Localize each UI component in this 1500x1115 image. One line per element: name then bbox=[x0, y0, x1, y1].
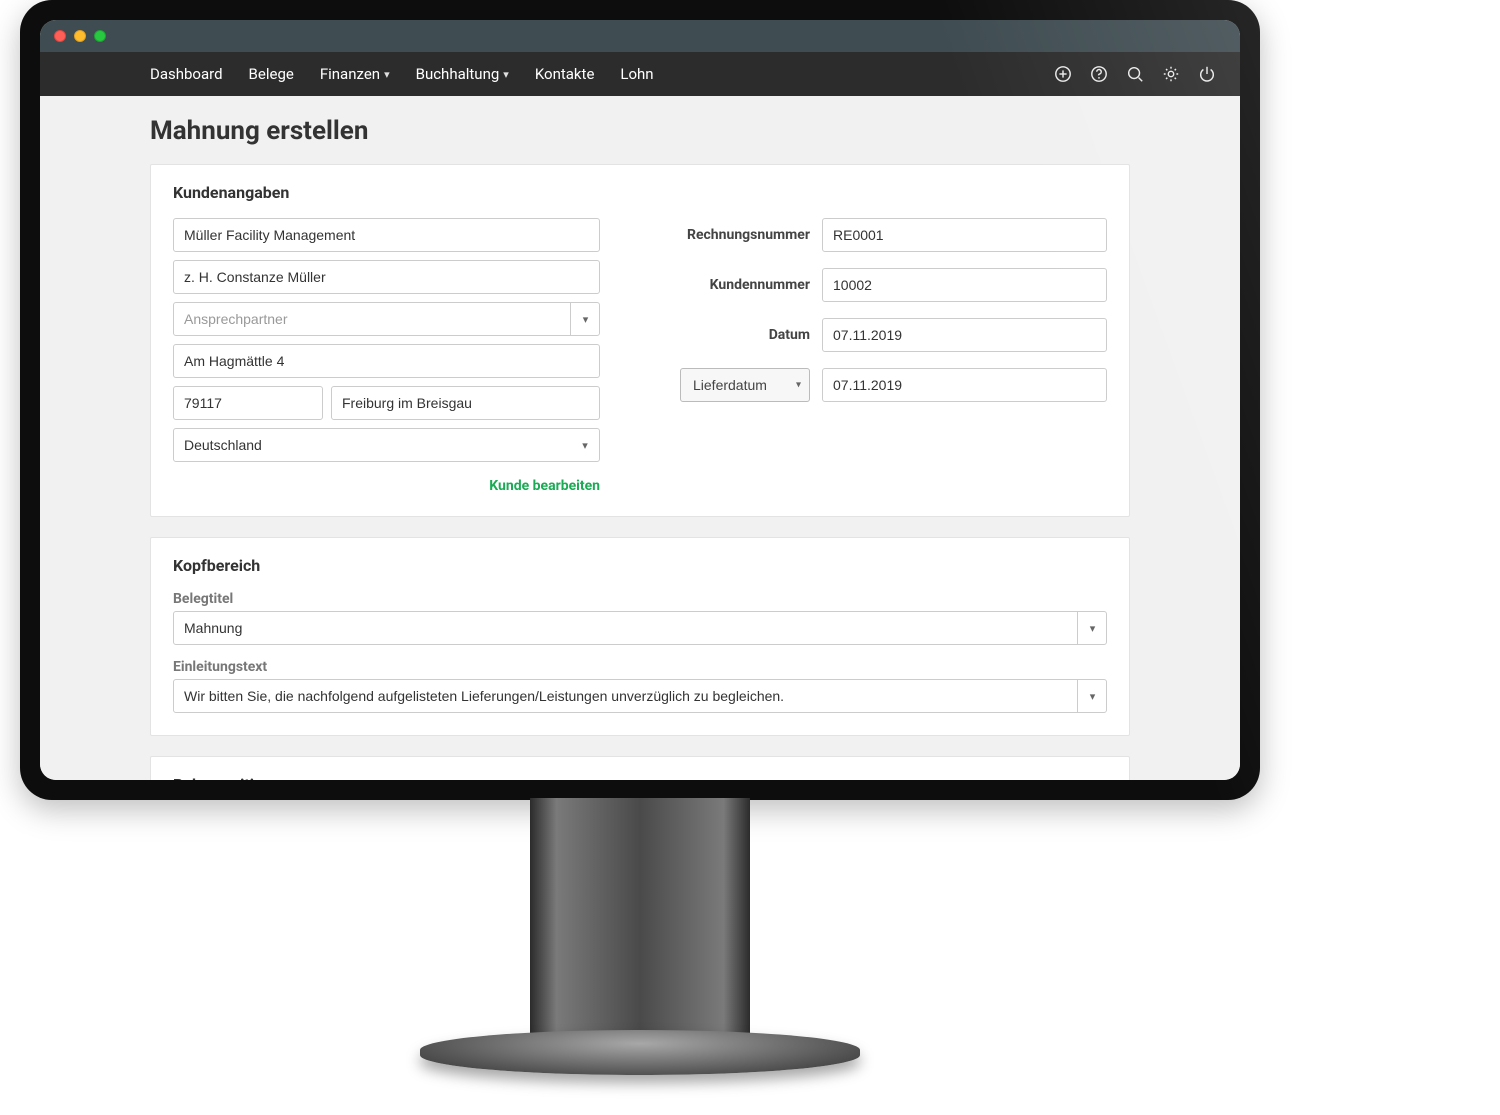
add-icon[interactable] bbox=[1054, 65, 1072, 83]
belegtitel-select[interactable]: ▾ bbox=[173, 611, 1107, 645]
street-input[interactable] bbox=[173, 344, 600, 378]
delivery-date-dropdown[interactable]: Lieferdatum ▾ bbox=[680, 368, 810, 402]
company-input[interactable] bbox=[173, 218, 600, 252]
customer-no-input[interactable] bbox=[822, 268, 1107, 302]
nav-finanzen[interactable]: Finanzen ▾ bbox=[320, 65, 390, 83]
einleitungstext-select[interactable]: ▾ bbox=[173, 679, 1107, 713]
nav-finanzen-label: Finanzen bbox=[320, 65, 380, 83]
card-belegpositionen: Belegpositionen bbox=[150, 756, 1130, 780]
maximize-icon[interactable] bbox=[94, 30, 106, 42]
card-kundenangaben: Kundenangaben ▾ bbox=[150, 164, 1130, 517]
top-nav: Dashboard Belege Finanzen ▾ Buchhaltung … bbox=[40, 52, 1240, 96]
country-select[interactable]: ▾ bbox=[173, 428, 600, 462]
heading-kopfbereich: Kopfbereich bbox=[173, 556, 1107, 575]
zip-input[interactable] bbox=[173, 386, 323, 420]
delivery-date-input[interactable] bbox=[822, 368, 1107, 402]
label-date: Datum bbox=[680, 327, 810, 343]
monitor-frame: Dashboard Belege Finanzen ▾ Buchhaltung … bbox=[20, 0, 1260, 800]
help-icon[interactable] bbox=[1090, 65, 1108, 83]
page-body: Mahnung erstellen Kundenangaben ▾ bbox=[40, 96, 1240, 780]
einleitungstext-input[interactable] bbox=[173, 679, 1107, 713]
belegtitel-input[interactable] bbox=[173, 611, 1107, 645]
chevron-down-icon: ▾ bbox=[796, 380, 801, 391]
attn-input[interactable] bbox=[173, 260, 600, 294]
chevron-down-icon: ▾ bbox=[503, 68, 509, 81]
monitor-stand-neck bbox=[530, 798, 750, 1048]
city-input[interactable] bbox=[331, 386, 600, 420]
chevron-down-icon: ▾ bbox=[384, 68, 390, 81]
gear-icon[interactable] bbox=[1162, 65, 1180, 83]
power-icon[interactable] bbox=[1198, 65, 1216, 83]
monitor-stand-base bbox=[420, 1030, 860, 1075]
country-input[interactable] bbox=[173, 428, 600, 462]
heading-belegpositionen: Belegpositionen bbox=[173, 775, 1107, 780]
nav-belege[interactable]: Belege bbox=[249, 65, 294, 83]
date-input[interactable] bbox=[822, 318, 1107, 352]
customer-right-col: Rechnungsnummer Kundennummer Datum bbox=[680, 218, 1107, 494]
nav-lohn[interactable]: Lohn bbox=[620, 65, 653, 83]
minimize-icon[interactable] bbox=[74, 30, 86, 42]
delivery-date-label: Lieferdatum bbox=[693, 377, 767, 393]
screen: Dashboard Belege Finanzen ▾ Buchhaltung … bbox=[40, 20, 1240, 780]
label-customer-no: Kundennummer bbox=[680, 277, 810, 293]
edit-customer-link[interactable]: Kunde bearbeiten bbox=[173, 478, 600, 494]
close-icon[interactable] bbox=[54, 30, 66, 42]
contact-input[interactable] bbox=[173, 302, 600, 336]
nav-buchhaltung-label: Buchhaltung bbox=[416, 65, 500, 83]
nav-buchhaltung[interactable]: Buchhaltung ▾ bbox=[416, 65, 509, 83]
window-titlebar bbox=[40, 20, 1240, 52]
page-title: Mahnung erstellen bbox=[150, 116, 1130, 146]
label-einleitungstext: Einleitungstext bbox=[173, 659, 1107, 675]
customer-left-col: ▾ ▾ Kunde bearbeiten bbox=[173, 218, 600, 494]
nav-kontakte[interactable]: Kontakte bbox=[535, 65, 595, 83]
heading-kundenangaben: Kundenangaben bbox=[173, 183, 1107, 202]
nav-dashboard[interactable]: Dashboard bbox=[150, 65, 223, 83]
search-icon[interactable] bbox=[1126, 65, 1144, 83]
label-belegtitel: Belegtitel bbox=[173, 591, 1107, 607]
invoice-no-input[interactable] bbox=[822, 218, 1107, 252]
label-invoice-no: Rechnungsnummer bbox=[680, 227, 810, 243]
card-kopfbereich: Kopfbereich Belegtitel ▾ Einleitungstext… bbox=[150, 537, 1130, 736]
contact-select[interactable]: ▾ bbox=[173, 302, 600, 336]
